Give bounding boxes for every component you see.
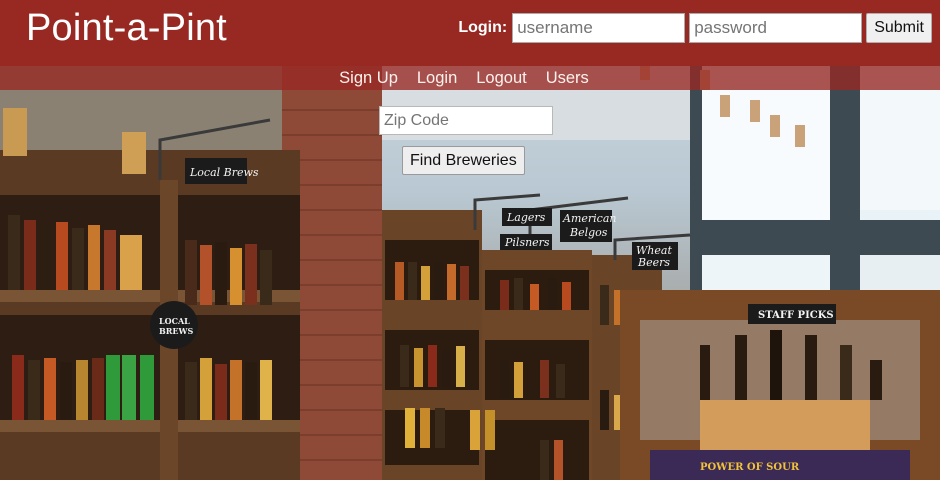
svg-text:Belgos: Belgos <box>569 226 608 239</box>
svg-text:Local Brews: Local Brews <box>189 166 259 179</box>
username-input[interactable] <box>512 13 686 43</box>
svg-text:Beers: Beers <box>637 256 670 269</box>
find-breweries-button[interactable]: Find Breweries <box>402 146 525 175</box>
login-form: Login: Submit <box>458 13 932 43</box>
svg-text:BREWS: BREWS <box>159 326 193 336</box>
nav-login[interactable]: Login <box>417 66 457 90</box>
svg-text:POWER OF SOUR: POWER OF SOUR <box>700 462 800 473</box>
main-nav: Sign Up Login Logout Users <box>0 66 940 90</box>
site-logo[interactable]: Point-a-Pint <box>26 6 227 50</box>
zip-code-input[interactable] <box>379 106 553 135</box>
login-label: Login: <box>458 19 508 36</box>
login-submit-button[interactable]: Submit <box>866 13 932 43</box>
svg-text:LOCAL: LOCAL <box>159 316 190 326</box>
brewery-search: Find Breweries <box>379 106 553 175</box>
nav-logout[interactable]: Logout <box>476 66 526 90</box>
svg-text:Lagers: Lagers <box>506 211 546 224</box>
svg-text:STAFF PICKS: STAFF PICKS <box>758 310 834 321</box>
top-header: Point-a-Pint Login: Submit <box>0 0 940 66</box>
nav-sign-up[interactable]: Sign Up <box>339 66 398 90</box>
password-input[interactable] <box>689 13 863 43</box>
svg-text:American: American <box>562 212 616 225</box>
nav-users[interactable]: Users <box>546 66 589 90</box>
svg-text:Pilsners: Pilsners <box>504 236 550 249</box>
